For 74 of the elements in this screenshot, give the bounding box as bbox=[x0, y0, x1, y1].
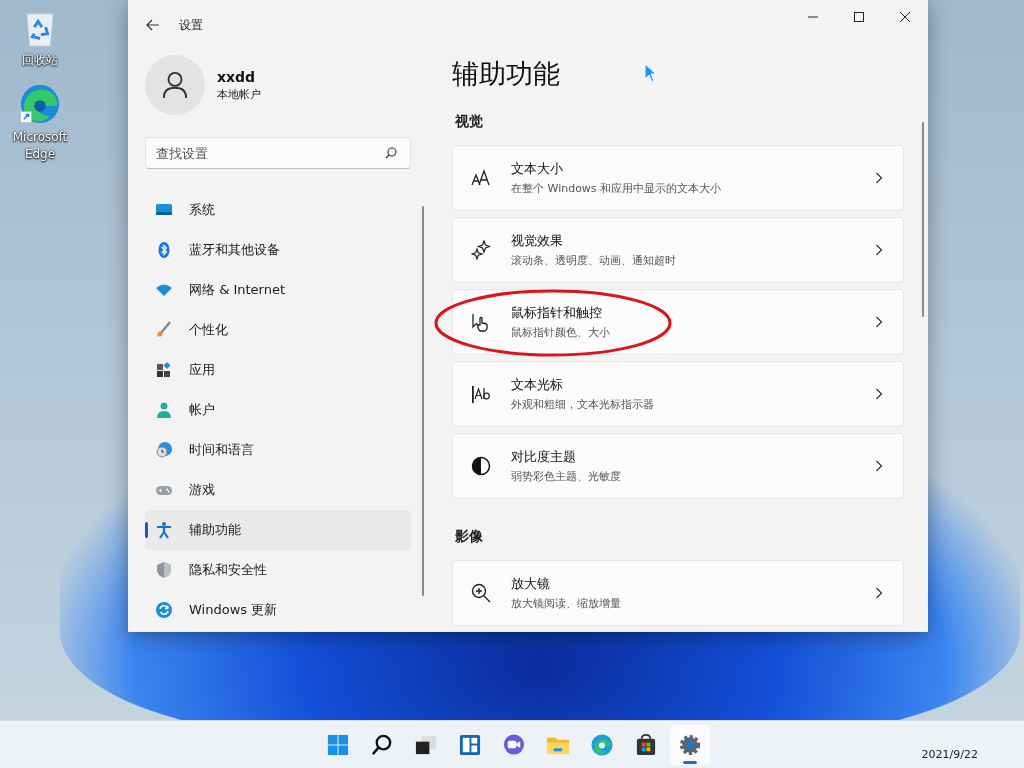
pointer-hand-icon bbox=[471, 311, 491, 332]
nav-item[interactable]: 蓝牙和其他设备 bbox=[145, 230, 411, 270]
scrollbar[interactable] bbox=[922, 122, 924, 317]
sparkles-icon bbox=[471, 239, 491, 260]
account-name: xxdd bbox=[217, 68, 257, 85]
nav-item[interactable]: 辅助功能 bbox=[145, 510, 411, 550]
card-title: 文本光标 bbox=[511, 375, 564, 394]
chevron-right-icon bbox=[875, 315, 883, 328]
nav-item[interactable]: 系统 bbox=[145, 190, 411, 230]
settings-card[interactable]: 对比度主题 弱势彩色主题、光敏度 bbox=[452, 432, 904, 499]
selection-indicator bbox=[145, 522, 148, 538]
chevron-right-icon bbox=[875, 459, 883, 472]
card-title: 放大镜 bbox=[511, 575, 551, 593]
back-arrow-icon[interactable] bbox=[146, 19, 160, 31]
maximize-icon bbox=[854, 12, 864, 22]
nav-item[interactable]: 个性化 bbox=[145, 310, 411, 350]
card-title: 文本大小 bbox=[511, 159, 564, 178]
chevron-right-icon bbox=[875, 587, 883, 599]
search-field[interactable]: 查找设置 bbox=[145, 137, 411, 169]
settings-card[interactable]: 视觉效果 滚动条、透明度、动画、通知超时 bbox=[452, 216, 904, 283]
zoom-in-icon bbox=[471, 583, 491, 603]
shopping-bag-icon bbox=[634, 732, 658, 757]
widgets-icon bbox=[458, 732, 482, 757]
clock-globe-icon bbox=[155, 441, 173, 459]
card-description: 外观和粗细，文本光标指示器 bbox=[511, 396, 655, 412]
running-indicator bbox=[683, 760, 697, 764]
accessibility-person-icon bbox=[155, 521, 173, 539]
account-type: 本地帐户 bbox=[217, 86, 261, 102]
nav-item[interactable]: 网络 & Internet bbox=[145, 270, 411, 310]
settings-card[interactable]: 文本光标 外观和粗细，文本光标指示器 bbox=[452, 360, 904, 427]
edge-browser-icon bbox=[590, 732, 614, 757]
sync-circle-icon bbox=[155, 601, 173, 619]
nav-item[interactable]: 游戏 bbox=[145, 470, 411, 510]
card-title: 鼠标指针和触控 bbox=[511, 303, 603, 322]
nav-item[interactable]: 隐私和安全性 bbox=[145, 550, 411, 590]
card-description: 弱势彩色主题、光敏度 bbox=[511, 468, 622, 484]
settings-card[interactable]: 鼠标指针和触控 鼠标指针颜色、大小 bbox=[452, 288, 904, 355]
taskbar-date[interactable]: 2021/9/22 bbox=[921, 748, 978, 761]
apps-icon bbox=[155, 361, 173, 379]
mouse-pointer-icon bbox=[644, 63, 658, 83]
chevron-right-icon bbox=[875, 387, 883, 400]
window-title: 设置 bbox=[179, 16, 203, 34]
person-icon bbox=[155, 401, 173, 419]
page-title: 辅助功能 bbox=[452, 57, 560, 91]
card-description: 在整个 Windows 和应用中显示的文本大小 bbox=[511, 180, 723, 196]
shield-icon bbox=[155, 561, 173, 579]
chevron-right-icon bbox=[875, 243, 883, 256]
edge-browser-icon bbox=[19, 83, 61, 125]
settings-card[interactable]: 放大镜 放大镜阅读、缩放增量 bbox=[452, 560, 904, 626]
card-title: 视觉效果 bbox=[511, 231, 564, 250]
search-icon bbox=[385, 147, 397, 159]
section-title: 影像 bbox=[455, 527, 484, 547]
search-icon bbox=[370, 732, 394, 757]
card-title: 对比度主题 bbox=[511, 447, 577, 466]
card-description: 放大镜阅读、缩放增量 bbox=[511, 596, 622, 611]
nav-item[interactable]: 应用 bbox=[145, 350, 411, 390]
nav-item[interactable]: 帐户 bbox=[145, 390, 411, 430]
card-description: 滚动条、透明度、动画、通知超时 bbox=[511, 252, 677, 268]
card-description: 鼠标指针颜色、大小 bbox=[511, 324, 611, 340]
start-icon bbox=[326, 732, 350, 757]
text-size-icon bbox=[471, 167, 491, 188]
scrollbar[interactable] bbox=[422, 206, 424, 596]
contrast-icon bbox=[471, 455, 491, 476]
paintbrush-icon bbox=[155, 321, 173, 339]
close-icon bbox=[900, 12, 910, 22]
video-chat-icon bbox=[502, 732, 526, 757]
person-silhouette-icon bbox=[161, 71, 189, 99]
section-title: 视觉 bbox=[455, 111, 484, 131]
text-cursor-icon bbox=[471, 383, 491, 404]
chevron-right-icon bbox=[875, 171, 883, 184]
gear-icon bbox=[678, 732, 702, 757]
nav-item[interactable]: Windows 更新 bbox=[145, 590, 411, 630]
nav-item[interactable]: 时间和语言 bbox=[145, 430, 411, 470]
settings-card[interactable]: 文本大小 在整个 Windows 和应用中显示的文本大小 bbox=[452, 144, 904, 211]
